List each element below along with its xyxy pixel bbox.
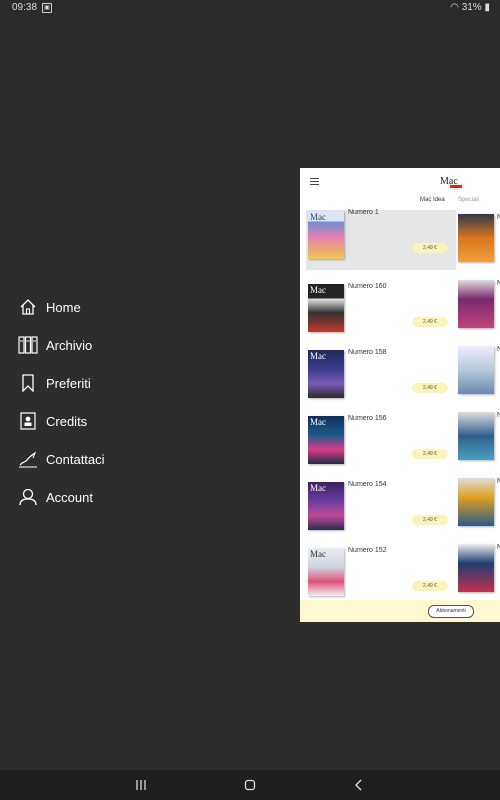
list-item-issue[interactable]: Mac Numero 158 2,49 €	[300, 344, 455, 410]
signature-icon	[18, 449, 38, 469]
issue-cover[interactable]: Mac	[308, 284, 344, 332]
cover-logo: Mac	[310, 285, 326, 295]
list-item-issue[interactable]: Mac Numero 160 2,49 €	[300, 278, 455, 344]
side-issue-cover[interactable]	[458, 346, 494, 394]
navigation-bar	[0, 770, 500, 800]
list-item-issue[interactable]: Mac Numero 152 2,49 €	[300, 542, 455, 608]
status-right: ◠ 31% ▮	[450, 2, 490, 13]
menu-label-archivio: Archivio	[46, 337, 93, 353]
tab-mac-idea[interactable]: Mac Idea	[420, 197, 445, 203]
side-menu: Home Archivio Preferiti Credits Contatta…	[18, 288, 105, 516]
menu-item-contattaci[interactable]: Contattaci	[18, 440, 105, 478]
issue-title: Numero 152	[348, 547, 387, 554]
issue-cover[interactable]: Mac	[308, 211, 344, 259]
price-badge[interactable]: 2,49 €	[412, 515, 448, 525]
side-issue-cover[interactable]	[458, 544, 494, 592]
cover-logo: Mac	[310, 212, 326, 222]
menu-label-credits: Credits	[46, 413, 88, 429]
price-badge[interactable]: 2,49 €	[412, 383, 448, 393]
menu-item-credits[interactable]: Credits	[18, 402, 105, 440]
credits-icon	[18, 411, 38, 431]
issue-title: Numero 158	[348, 349, 387, 356]
status-bar: 09:38 ▣ ◠ 31% ▮	[0, 0, 500, 16]
menu-item-archivio[interactable]: Archivio	[18, 326, 105, 364]
tabs: Mac Idea Speciali	[300, 197, 500, 209]
issue-title: Numero 154	[348, 481, 387, 488]
back-icon[interactable]	[352, 779, 366, 791]
list-item-issue[interactable]: Mac Numero 1 2,49 €	[306, 209, 456, 270]
cover-logo: Mac	[310, 483, 326, 493]
menu-label-home: Home	[46, 299, 81, 315]
side-issue-cover[interactable]	[458, 280, 494, 328]
issue-title: Numero 156	[348, 415, 387, 422]
issue-cover[interactable]: Mac	[308, 548, 344, 596]
side-issue-cover[interactable]	[458, 214, 494, 262]
price-badge[interactable]: 2,49 €	[412, 581, 448, 591]
panel-footer: Abbonamenti	[300, 600, 500, 622]
menu-label-account: Account	[46, 489, 93, 505]
cover-logo: Mac	[310, 417, 326, 427]
recents-icon[interactable]	[134, 779, 148, 791]
battery-icon: ▮	[484, 2, 490, 13]
menu-item-home[interactable]: Home	[18, 288, 105, 326]
home-icon	[18, 297, 38, 317]
app-logo-badge	[450, 185, 462, 188]
issue-title: Numero 160	[348, 283, 387, 290]
issue-cover[interactable]: Mac	[308, 482, 344, 530]
issue-cover[interactable]: Mac	[308, 350, 344, 398]
side-issue-cover[interactable]	[458, 478, 494, 526]
wifi-icon: ◠	[450, 2, 459, 13]
battery-text: 31%	[461, 2, 482, 13]
side-issue-cover[interactable]	[458, 412, 494, 460]
price-badge[interactable]: 2,49 €	[412, 243, 448, 253]
panel-topbar: Mac	[300, 168, 500, 196]
list-item-issue[interactable]: Mac Numero 154 2,49 €	[300, 476, 455, 542]
subscriptions-button[interactable]: Abbonamenti	[428, 605, 474, 618]
menu-item-account[interactable]: Account	[18, 478, 105, 516]
menu-item-preferiti[interactable]: Preferiti	[18, 364, 105, 402]
hamburger-icon[interactable]	[310, 178, 319, 187]
cover-logo: Mac	[310, 351, 326, 361]
status-time: 09:38	[12, 2, 38, 13]
menu-label-preferiti: Preferiti	[46, 375, 91, 391]
home-button-icon[interactable]	[243, 779, 257, 791]
user-icon	[18, 487, 38, 507]
cover-logo: Mac	[310, 549, 326, 559]
issue-cover[interactable]: Mac	[308, 416, 344, 464]
menu-label-contattaci: Contattaci	[46, 451, 105, 467]
price-badge[interactable]: 2,49 €	[412, 317, 448, 327]
list-item-issue[interactable]: Mac Numero 156 2,49 €	[300, 410, 455, 476]
archive-icon	[18, 335, 38, 355]
issue-title: Numero 1	[348, 209, 379, 216]
price-badge[interactable]: 2,49 €	[412, 449, 448, 459]
content-panel[interactable]: Mac Mac Idea Speciali Mac Numero 1 2,49 …	[300, 168, 500, 622]
tab-speciali[interactable]: Speciali	[458, 197, 479, 203]
notification-icon: ▣	[42, 3, 52, 13]
bookmark-icon	[18, 373, 38, 393]
